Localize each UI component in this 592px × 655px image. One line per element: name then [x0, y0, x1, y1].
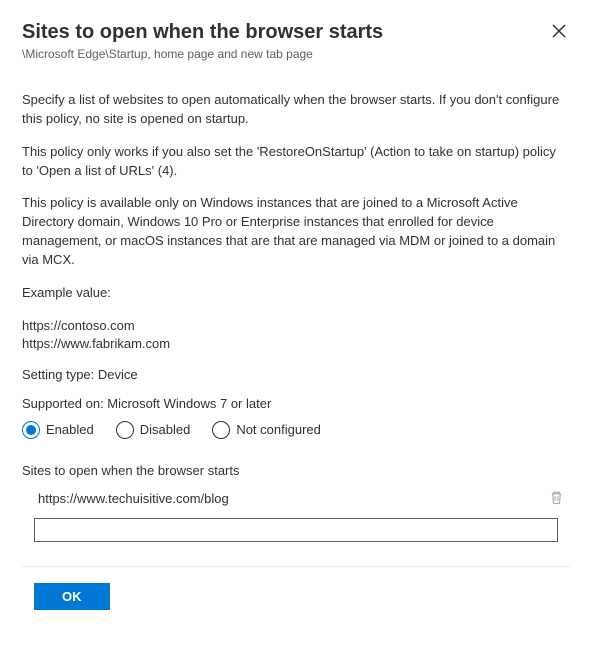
divider: [22, 566, 570, 567]
page-title: Sites to open when the browser starts: [22, 20, 383, 44]
example-values: https://contoso.com https://www.fabrikam…: [22, 317, 570, 353]
radio-icon: [116, 421, 134, 439]
add-site-input[interactable]: [34, 518, 558, 542]
description-paragraph: This policy is available only on Windows…: [22, 194, 570, 269]
ok-button[interactable]: OK: [34, 583, 110, 610]
breadcrumb: \Microsoft Edge\Startup, home page and n…: [22, 47, 570, 61]
delete-site-button[interactable]: [547, 488, 566, 510]
close-icon: [552, 24, 566, 38]
radio-enabled[interactable]: Enabled: [22, 421, 94, 439]
sites-section-label: Sites to open when the browser starts: [22, 463, 570, 478]
radio-disabled[interactable]: Disabled: [116, 421, 191, 439]
radio-label: Enabled: [46, 422, 94, 437]
close-button[interactable]: [548, 20, 570, 45]
radio-icon: [22, 421, 40, 439]
site-url: https://www.techuisitive.com/blog: [38, 491, 547, 506]
trash-icon: [549, 490, 564, 505]
site-entry-row: https://www.techuisitive.com/blog: [22, 488, 570, 518]
description-paragraph: This policy only works if you also set t…: [22, 143, 570, 181]
radio-icon: [212, 421, 230, 439]
example-url: https://www.fabrikam.com: [22, 335, 570, 353]
description-paragraph: Specify a list of websites to open autom…: [22, 91, 570, 129]
setting-type: Setting type: Device: [22, 367, 570, 382]
radio-not-configured[interactable]: Not configured: [212, 421, 321, 439]
radio-label: Not configured: [236, 422, 321, 437]
radio-label: Disabled: [140, 422, 191, 437]
example-url: https://contoso.com: [22, 317, 570, 335]
supported-on: Supported on: Microsoft Windows 7 or lat…: [22, 396, 570, 411]
example-label: Example value:: [22, 284, 570, 303]
state-radio-group: Enabled Disabled Not configured: [22, 421, 570, 439]
